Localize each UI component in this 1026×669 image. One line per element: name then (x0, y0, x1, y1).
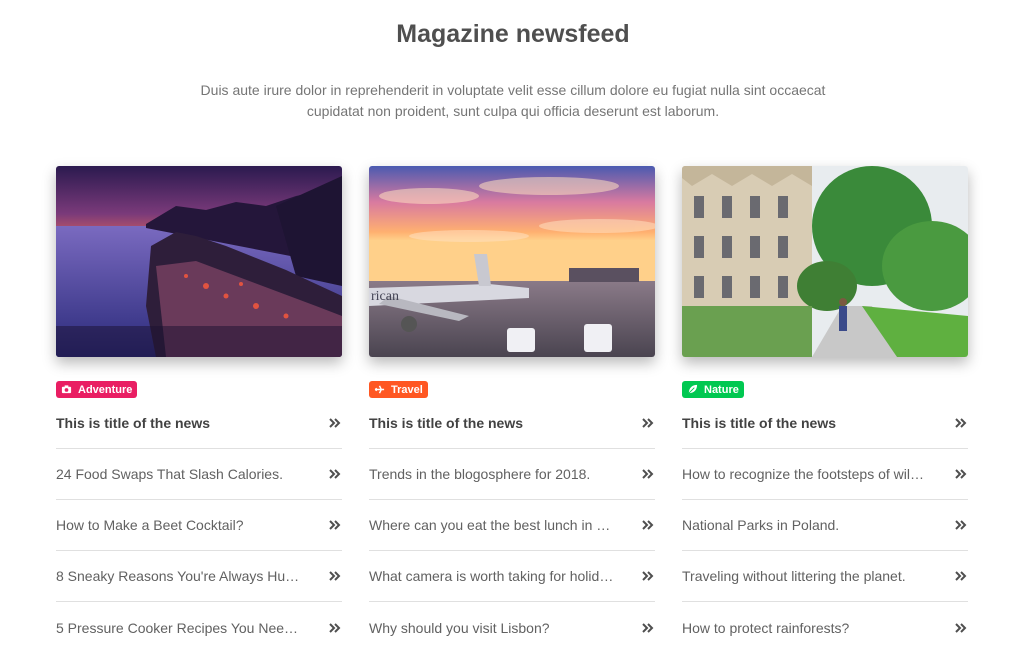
plane-icon (374, 384, 385, 395)
news-link: 8 Sneaky Reasons You're Always Hungry (56, 568, 304, 584)
list-item[interactable]: 8 Sneaky Reasons You're Always Hungry (56, 551, 342, 602)
news-title: This is title of the news (369, 415, 524, 431)
news-image[interactable] (56, 166, 342, 357)
badge-label: Nature (704, 383, 739, 396)
news-link: What camera is worth taking for holidays… (369, 568, 617, 584)
airport-image: rican (369, 166, 655, 357)
news-list: This is title of the news How to recogni… (682, 398, 968, 653)
list-item[interactable]: This is title of the news (56, 398, 342, 449)
list-item[interactable]: How to protect rainforests? (682, 602, 968, 653)
double-chevron-right-icon (328, 417, 342, 429)
camera-icon (61, 384, 72, 395)
double-chevron-right-icon (954, 417, 968, 429)
news-link: Why should you visit Lisbon? (369, 619, 550, 636)
list-item[interactable]: 24 Food Swaps That Slash Calories. (56, 449, 342, 500)
list-item[interactable]: National Parks in Poland. (682, 500, 968, 551)
double-chevron-right-icon (328, 468, 342, 480)
news-link: How to Make a Beet Cocktail? (56, 517, 244, 533)
list-item[interactable]: How to Make a Beet Cocktail? (56, 500, 342, 551)
news-link: Where can you eat the best lunch in Wars… (369, 517, 617, 533)
double-chevron-right-icon (954, 622, 968, 634)
news-image[interactable]: rican (369, 166, 655, 357)
category-badge-nature[interactable]: Nature (682, 381, 744, 398)
list-item[interactable]: Why should you visit Lisbon? (369, 602, 655, 653)
college-garden-image (682, 166, 968, 357)
news-link: Traveling without littering the planet. (682, 568, 906, 584)
list-item[interactable]: What camera is worth taking for holidays… (369, 551, 655, 602)
list-item[interactable]: How to recognize the footsteps of wild a… (682, 449, 968, 500)
news-link: 5 Pressure Cooker Recipes You Need to Tr… (56, 619, 304, 636)
news-link: How to protect rainforests? (682, 619, 850, 636)
double-chevron-right-icon (641, 622, 655, 634)
category-badge-travel[interactable]: Travel (369, 381, 428, 398)
list-item[interactable]: This is title of the news (369, 398, 655, 449)
double-chevron-right-icon (641, 468, 655, 480)
double-chevron-right-icon (954, 468, 968, 480)
category-badge-adventure[interactable]: Adventure (56, 381, 138, 398)
news-title: This is title of the news (682, 415, 837, 431)
double-chevron-right-icon (641, 519, 655, 531)
list-item[interactable]: Traveling without littering the planet. (682, 551, 968, 602)
list-item[interactable]: 5 Pressure Cooker Recipes You Need to Tr… (56, 602, 342, 653)
list-item[interactable]: Where can you eat the best lunch in Wars… (369, 500, 655, 551)
leaf-icon (687, 384, 698, 395)
list-item[interactable]: Trends in the blogosphere for 2018. (369, 449, 655, 500)
news-link: National Parks in Poland. (682, 517, 840, 533)
double-chevron-right-icon (328, 519, 342, 531)
page-title: Magazine newsfeed (396, 20, 630, 48)
news-link: 24 Food Swaps That Slash Calories. (56, 466, 283, 482)
news-list: This is title of the news 24 Food Swaps … (56, 398, 342, 653)
double-chevron-right-icon (328, 570, 342, 582)
svg-text:rican: rican (371, 289, 399, 304)
news-title: This is title of the news (56, 415, 211, 431)
badge-label: Adventure (78, 383, 133, 396)
news-link: Trends in the blogosphere for 2018. (369, 466, 591, 482)
double-chevron-right-icon (641, 570, 655, 582)
news-column-travel: rican Travel This is title of the news T… (369, 166, 655, 636)
double-chevron-right-icon (954, 519, 968, 531)
news-column-adventure: Adventure This is title of the news 24 F… (56, 166, 342, 636)
news-column-nature: Nature This is title of the news How to … (682, 166, 968, 636)
double-chevron-right-icon (954, 570, 968, 582)
news-link: How to recognize the footsteps of wild a… (682, 466, 930, 482)
list-item[interactable]: This is title of the news (682, 398, 968, 449)
coastal-village-image (56, 166, 342, 357)
double-chevron-right-icon (328, 622, 342, 634)
badge-label: Travel (391, 383, 423, 396)
double-chevron-right-icon (641, 417, 655, 429)
page-subtitle: Duis aute irure dolor in reprehenderit i… (200, 82, 826, 119)
news-list: This is title of the news Trends in the … (369, 398, 655, 653)
news-image[interactable] (682, 166, 968, 357)
